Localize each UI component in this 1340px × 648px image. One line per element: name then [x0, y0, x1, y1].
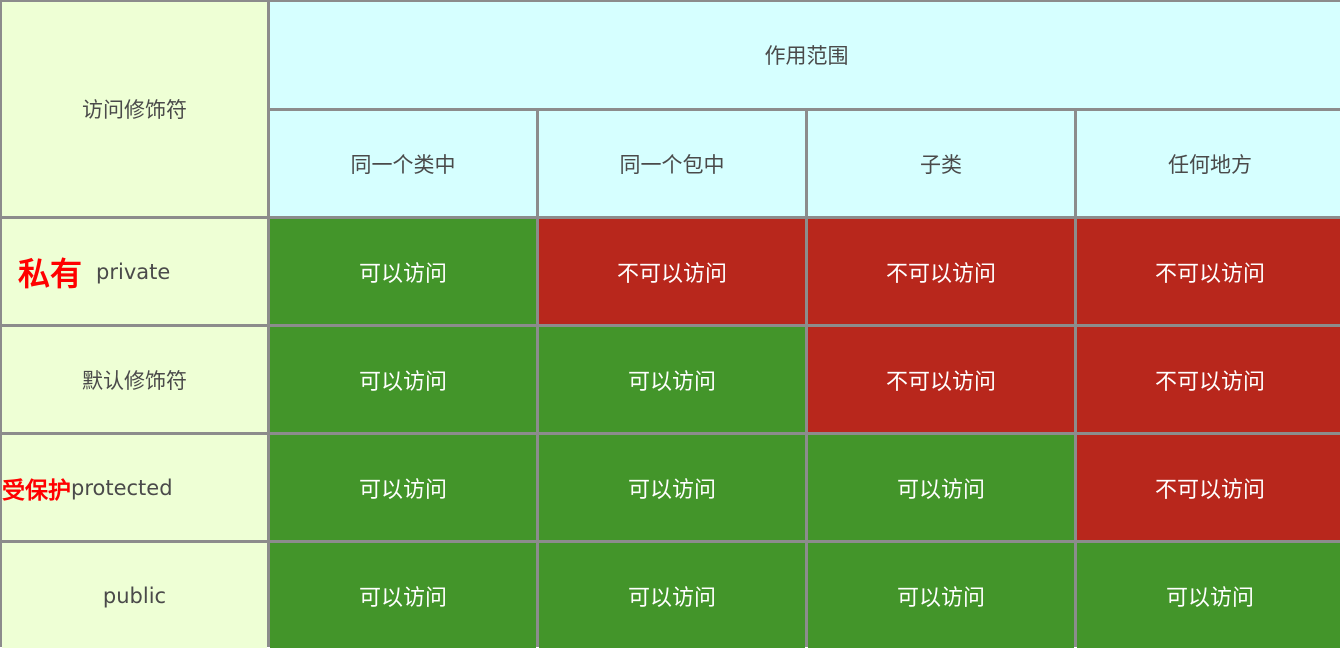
access-cell-label: 可以访问	[627, 477, 716, 503]
access-cell-label: 可以访问	[1165, 585, 1254, 611]
column-header-label: 任何地方	[1168, 152, 1252, 177]
access-cell: 不可以访问	[539, 219, 805, 324]
access-modifier-table: 访问修饰符 作用范围 同一个类中 同一个包中 子类 任何地方 私有 privat…	[0, 0, 1340, 648]
access-cell: 可以访问	[808, 543, 1074, 648]
access-cell-label: 不可以访问	[1154, 369, 1265, 395]
access-cell: 不可以访问	[1077, 327, 1340, 432]
modifier-label: private	[96, 259, 171, 284]
column-header-same-class: 同一个类中	[270, 111, 536, 216]
modifier-label: public	[102, 583, 167, 608]
access-cell: 可以访问	[1077, 543, 1340, 648]
column-header-label: 子类	[920, 152, 962, 177]
column-header-label: 同一个类中	[350, 152, 456, 177]
access-cell-label: 不可以访问	[1154, 261, 1265, 287]
column-header-label: 同一个包中	[619, 152, 725, 177]
access-cell-label: 可以访问	[358, 261, 447, 287]
access-cell-label: 可以访问	[627, 585, 716, 611]
access-cell-label: 不可以访问	[616, 261, 727, 287]
access-cell-label: 不可以访问	[1154, 477, 1265, 503]
access-cell-label: 可以访问	[358, 585, 447, 611]
column-header-anywhere: 任何地方	[1077, 111, 1340, 216]
access-cell: 可以访问	[270, 327, 536, 432]
access-cell: 可以访问	[539, 543, 805, 648]
access-cell-label: 不可以访问	[885, 261, 996, 287]
access-cell-label: 可以访问	[896, 585, 985, 611]
modifier-private: 私有 private	[2, 219, 267, 324]
access-cell-label: 可以访问	[358, 369, 447, 395]
access-cell: 可以访问	[539, 327, 805, 432]
access-cell: 可以访问	[270, 543, 536, 648]
column-header-same-package: 同一个包中	[539, 111, 805, 216]
modifier-label: protected	[71, 475, 173, 500]
annotation-protected: 受保护	[2, 477, 71, 504]
access-cell: 可以访问	[539, 435, 805, 540]
corner-label: 访问修饰符	[82, 98, 187, 122]
access-cell-label: 可以访问	[896, 477, 985, 503]
scope-title: 作用范围	[764, 44, 849, 68]
access-cell: 可以访问	[270, 435, 536, 540]
modifier-public: public	[2, 543, 267, 648]
access-cell: 不可以访问	[808, 327, 1074, 432]
column-header-subclass: 子类	[808, 111, 1074, 216]
access-cell-label: 可以访问	[358, 477, 447, 503]
annotation-private: 私有	[18, 254, 83, 293]
access-cell: 不可以访问	[1077, 435, 1340, 540]
access-cell: 可以访问	[808, 435, 1074, 540]
access-cell: 不可以访问	[1077, 219, 1340, 324]
scope-title-header: 作用范围	[270, 2, 1340, 108]
modifier-label: 默认修饰符	[82, 368, 187, 393]
modifier-default: 默认修饰符	[2, 327, 267, 432]
access-cell: 不可以访问	[808, 219, 1074, 324]
corner-header: 访问修饰符	[2, 2, 267, 216]
access-cell-label: 可以访问	[627, 369, 716, 395]
access-cell-label: 不可以访问	[885, 369, 996, 395]
modifier-protected: 受保护 protected	[2, 435, 267, 540]
access-cell: 可以访问	[270, 219, 536, 324]
